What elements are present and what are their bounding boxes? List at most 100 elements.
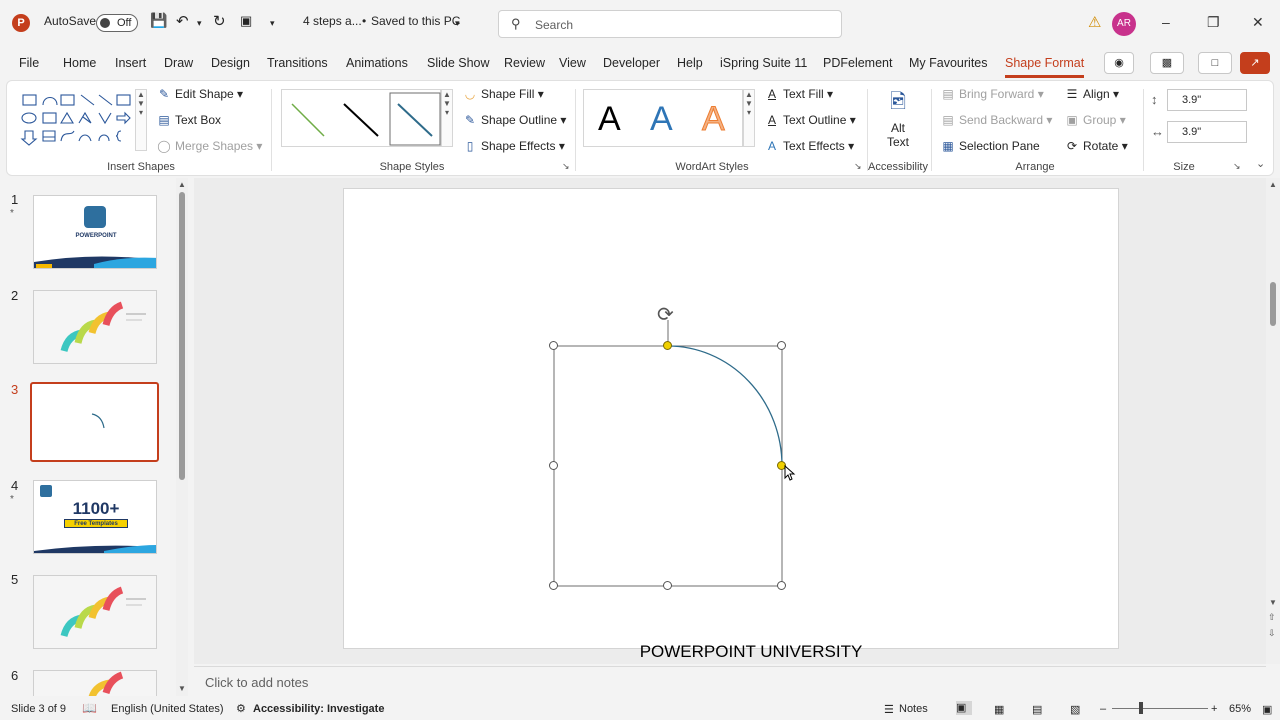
collapse-ribbon-icon[interactable]: ⌄ xyxy=(1256,157,1265,170)
text-box-button[interactable]: ▤ Text Box xyxy=(157,113,221,127)
warning-icon[interactable]: ⚠ xyxy=(1088,13,1101,31)
tab-slide-show[interactable]: Slide Show xyxy=(427,56,490,70)
teams-icon[interactable]: ▩ xyxy=(1150,52,1184,74)
document-title[interactable]: 4 steps a... xyxy=(303,14,362,28)
tab-shape-format[interactable]: Shape Format xyxy=(1005,56,1085,78)
wordart-gallery[interactable]: A A A xyxy=(583,89,743,147)
save-icon[interactable]: 💾 xyxy=(150,12,167,29)
tab-draw[interactable]: Draw xyxy=(164,56,193,70)
resize-handle-left[interactable] xyxy=(549,461,558,470)
zoom-slider[interactable] xyxy=(1112,708,1208,709)
shape-styles-scroll[interactable]: ▲ ▼ ▾ xyxy=(441,89,453,147)
wordart-gallery-scroll[interactable]: ▲ ▼ ▾ xyxy=(743,89,755,147)
tab-transitions[interactable]: Transitions xyxy=(267,56,328,70)
text-outline-button[interactable]: A Text Outline ▾ xyxy=(765,113,856,127)
scroll-up-icon[interactable]: ▲ xyxy=(178,180,186,189)
bring-forward-button[interactable]: ▤ Bring Forward ▾ xyxy=(941,87,1043,101)
autosave-toggle[interactable]: Off xyxy=(96,14,138,32)
next-slide-icon[interactable]: ⇩ xyxy=(1268,628,1276,639)
adjust-handle-start[interactable] xyxy=(663,341,672,350)
edit-shape-button[interactable]: ✎ Edit Shape ▾ xyxy=(157,87,243,101)
fit-slide-icon[interactable]: ▣ xyxy=(1262,703,1272,716)
shape-effects-button[interactable]: ▯ Shape Effects ▾ xyxy=(463,139,565,153)
editor-scrollbar[interactable]: ▲ ▼ ⇧ ⇩ xyxy=(1266,178,1280,664)
zoom-out-icon[interactable]: – xyxy=(1100,703,1106,715)
notes-icon[interactable]: ☰ xyxy=(884,703,894,716)
tab-developer[interactable]: Developer xyxy=(603,56,660,70)
slide-canvas[interactable]: ⟳ xyxy=(343,188,1119,649)
present-icon[interactable]: ▣ xyxy=(240,13,252,29)
tab-pdfelement[interactable]: PDFelement xyxy=(823,56,892,70)
normal-view-icon[interactable]: ▣ xyxy=(956,701,972,715)
arc-shape[interactable] xyxy=(667,345,783,467)
alt-text-button[interactable]: 🖻 Alt Text xyxy=(879,87,917,153)
zoom-slider-thumb[interactable] xyxy=(1139,702,1143,714)
spell-check-icon[interactable]: 📖 xyxy=(82,701,97,715)
redo-icon[interactable]: ↻ xyxy=(213,12,226,30)
tab-home[interactable]: Home xyxy=(63,56,96,70)
slide-footer-text[interactable]: POWERPOINT UNIVERSITY xyxy=(343,642,1159,662)
shapes-gallery-scroll[interactable]: ▲ ▼ ▾ xyxy=(135,89,147,151)
selected-shape[interactable] xyxy=(344,189,1120,650)
thumbnails-scrollbar[interactable]: ▲ ▼ xyxy=(176,178,188,696)
slide-thumbnail-4[interactable]: 1100+ Free Templates xyxy=(33,480,157,554)
previous-slide-icon[interactable]: ⇧ xyxy=(1268,612,1276,623)
notes-pane[interactable]: Click to add notes xyxy=(194,666,1266,696)
share-icon[interactable]: ↗ xyxy=(1240,52,1270,74)
merge-shapes-button[interactable]: ◯ Merge Shapes ▾ xyxy=(157,139,262,153)
minimize-icon[interactable]: – xyxy=(1162,14,1170,30)
scroll-down-icon[interactable]: ▼ xyxy=(178,684,186,693)
notes-button[interactable]: Notes xyxy=(899,703,928,715)
tab-design[interactable]: Design xyxy=(211,56,250,70)
zoom-level[interactable]: 65% xyxy=(1229,703,1251,715)
chevron-down-icon[interactable]: ▾ xyxy=(455,18,460,29)
accessibility-status[interactable]: Accessibility: Investigate xyxy=(253,703,384,715)
size-launcher-icon[interactable]: ↘ xyxy=(1233,161,1241,172)
resize-handle-bottom[interactable] xyxy=(663,581,672,590)
slide-sorter-icon[interactable]: ▦ xyxy=(994,703,1004,716)
shapes-gallery[interactable] xyxy=(19,89,149,151)
tab-view[interactable]: View xyxy=(559,56,586,70)
scrollbar-thumb[interactable] xyxy=(1270,282,1276,326)
save-status[interactable]: Saved to this PC xyxy=(371,14,460,28)
scrollbar-thumb[interactable] xyxy=(179,192,185,480)
tab-ispring[interactable]: iSpring Suite 11 xyxy=(720,56,807,70)
accessibility-icon[interactable]: ⚙ xyxy=(236,702,246,715)
text-fill-button[interactable]: A Text Fill ▾ xyxy=(765,87,833,101)
slide-thumbnail-1[interactable]: POWERPOINT xyxy=(33,195,157,269)
language-status[interactable]: English (United States) xyxy=(111,703,224,715)
search-box[interactable]: ⚲ Search xyxy=(498,10,842,38)
tab-animations[interactable]: Animations xyxy=(346,56,408,70)
wordart-launcher-icon[interactable]: ↘ xyxy=(854,161,862,172)
resize-handle-bottom-right[interactable] xyxy=(777,581,786,590)
zoom-in-icon[interactable]: + xyxy=(1211,703,1217,715)
tab-review[interactable]: Review xyxy=(504,56,545,70)
group-button[interactable]: ▣ Group ▾ xyxy=(1065,113,1125,127)
slideshow-view-icon[interactable]: ▧ xyxy=(1070,703,1080,716)
slide-thumbnail-2[interactable] xyxy=(33,290,157,364)
slide-thumbnail-3[interactable] xyxy=(30,382,159,462)
text-effects-button[interactable]: A Text Effects ▾ xyxy=(765,139,854,153)
shape-styles-launcher-icon[interactable]: ↘ xyxy=(562,161,570,172)
rotate-button[interactable]: ⟳ Rotate ▾ xyxy=(1065,139,1128,153)
avatar[interactable]: AR xyxy=(1112,12,1136,36)
undo-dropdown-icon[interactable]: ▾ xyxy=(197,18,202,29)
tab-insert[interactable]: Insert xyxy=(115,56,146,70)
shape-outline-button[interactable]: ✎ Shape Outline ▾ xyxy=(463,113,566,127)
selection-pane-button[interactable]: ▦ Selection Pane xyxy=(941,139,1039,153)
tab-help[interactable]: Help xyxy=(677,56,703,70)
undo-icon[interactable]: ↶ xyxy=(176,12,189,30)
customize-qat-icon[interactable]: ▾ xyxy=(270,18,275,29)
shape-fill-button[interactable]: ◡ Shape Fill ▾ xyxy=(463,87,544,101)
shape-styles-gallery[interactable] xyxy=(281,89,441,147)
slide-thumbnail-5[interactable] xyxy=(33,575,157,649)
scroll-down-icon[interactable]: ▼ xyxy=(1269,598,1277,607)
resize-handle-bottom-left[interactable] xyxy=(549,581,558,590)
record-icon[interactable]: ◉ xyxy=(1104,52,1134,74)
restore-icon[interactable]: ❐ xyxy=(1207,14,1220,31)
shape-height-input[interactable]: 3.9" xyxy=(1167,89,1247,111)
rotate-handle-icon[interactable]: ⟳ xyxy=(657,302,674,327)
slide-thumbnail-6[interactable] xyxy=(33,670,157,696)
tab-my-favourites[interactable]: My Favourites xyxy=(909,56,988,70)
close-icon[interactable]: ✕ xyxy=(1252,14,1264,31)
